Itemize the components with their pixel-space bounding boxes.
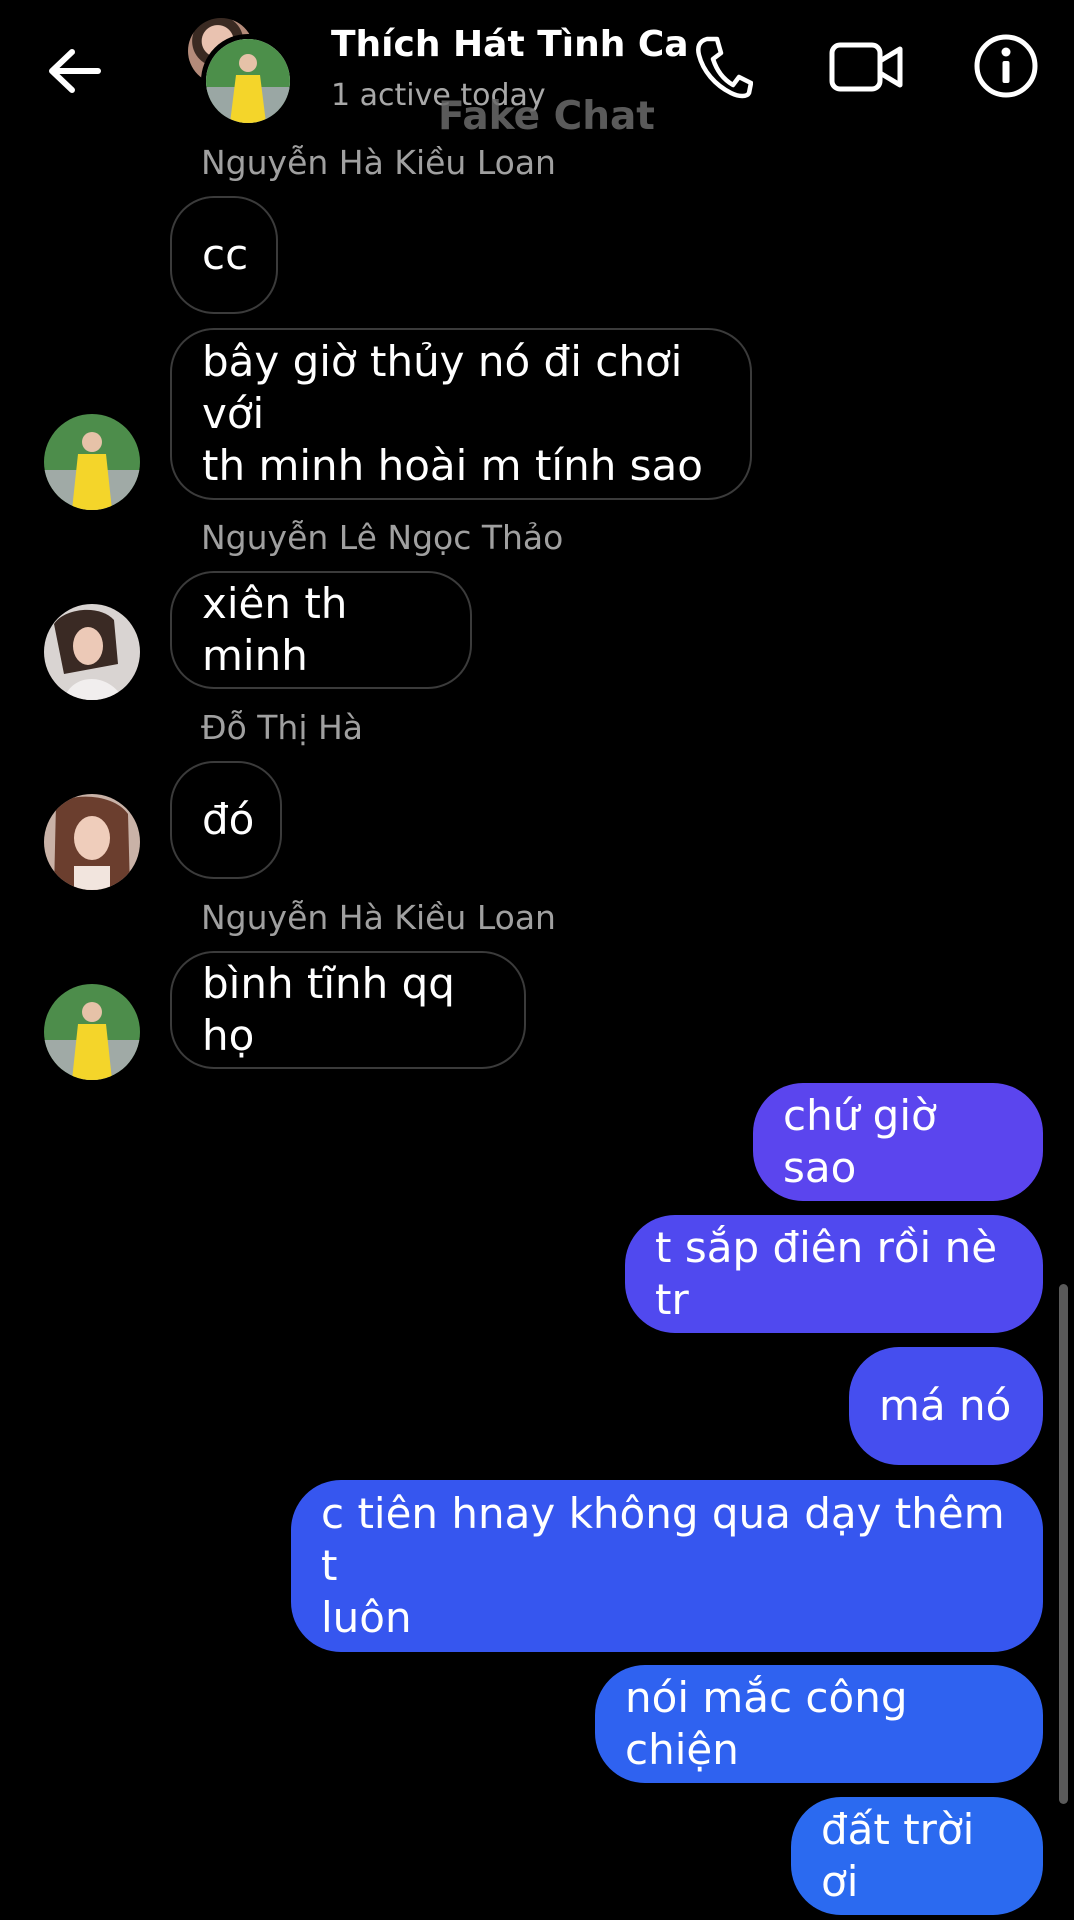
back-arrow-icon (49, 49, 101, 93)
sender-name: Đỗ Thị Hà (201, 708, 364, 747)
info-button[interactable] (972, 32, 1040, 100)
group-avatar-image (206, 39, 290, 123)
message-bubble-outgoing[interactable]: má nó (849, 1347, 1043, 1465)
message-bubble-incoming[interactable]: bình tĩnh qq họ (170, 951, 526, 1069)
avatar-image (44, 414, 140, 510)
message-bubble-outgoing[interactable]: t sắp điên rồi nè tr (625, 1215, 1043, 1333)
message-bubble-outgoing[interactable]: đất trời ơi (791, 1797, 1043, 1915)
message-bubble-incoming[interactable]: bây giờ thủy nó đi chơi với th minh hoài… (170, 328, 752, 500)
avatar[interactable] (44, 984, 140, 1080)
video-call-button[interactable] (826, 36, 908, 98)
scrollbar[interactable] (1059, 1284, 1068, 1804)
avatar[interactable] (44, 414, 140, 510)
message-bubble-outgoing[interactable]: chứ giờ sao (753, 1083, 1043, 1201)
message-bubble-outgoing[interactable]: c tiên hnay không qua dạy thêm t luôn (291, 1480, 1043, 1652)
voice-call-button[interactable] (690, 34, 756, 100)
message-bubble-incoming[interactable]: cc (170, 196, 278, 314)
message-bubble-incoming[interactable]: xiên th minh (170, 571, 472, 689)
sender-name: Nguyễn Hà Kiều Loan (201, 143, 556, 182)
sender-name: Nguyễn Hà Kiều Loan (201, 898, 556, 937)
phone-icon (696, 36, 753, 99)
sender-name: Nguyễn Lê Ngọc Thảo (201, 518, 564, 557)
back-button[interactable] (36, 40, 112, 102)
avatar-image (44, 984, 140, 1080)
avatar[interactable] (44, 604, 140, 700)
conversation-title[interactable]: Thích Hát Tình Ca (331, 24, 689, 65)
info-icon (974, 34, 1038, 98)
group-avatar[interactable] (201, 34, 295, 128)
message-bubble-outgoing[interactable]: nói mắc công chiện (595, 1665, 1043, 1783)
video-camera-icon (829, 42, 903, 92)
avatar-image (44, 604, 140, 700)
avatar[interactable] (44, 794, 140, 890)
message-bubble-incoming[interactable]: đó (170, 761, 282, 879)
avatar-image (44, 794, 140, 890)
watermark-text: Fake Chat (438, 94, 655, 139)
